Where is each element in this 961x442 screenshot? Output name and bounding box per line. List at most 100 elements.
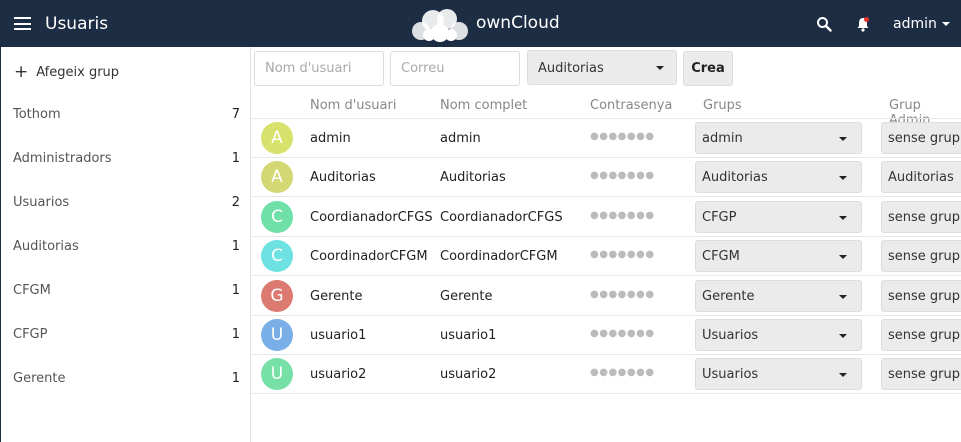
groups-dropdown[interactable]: Auditorias [695, 161, 862, 194]
groups-dropdown-value: Auditorias [702, 170, 768, 186]
user-menu[interactable]: admin [893, 16, 950, 32]
group-count: 1 [231, 283, 240, 298]
password-cell[interactable]: ●●●●●●● [590, 249, 655, 260]
chevron-down-icon [656, 66, 664, 70]
user-name: admin [893, 16, 937, 32]
group-name: Gerente [13, 371, 66, 386]
groups-dropdown-value: CFGM [702, 249, 740, 265]
groups-dropdown[interactable]: Usuarios [695, 358, 862, 391]
username-cell[interactable]: CoordianadorCFGS [310, 210, 433, 225]
admin-group-dropdown[interactable]: sense grup [881, 279, 961, 312]
groups-dropdown-value: Usuarios [702, 367, 759, 383]
chevron-down-icon [839, 255, 847, 260]
admin-group-dropdown[interactable]: Auditorias [881, 161, 961, 194]
password-cell[interactable]: ●●●●●●● [590, 289, 655, 300]
sidebar-item-gerente[interactable]: Gerente 1 [13, 371, 240, 391]
fullname-cell[interactable]: admin [440, 131, 481, 146]
admin-group-value: sense grup [888, 367, 961, 383]
groups-dropdown-value: CFGP [702, 209, 737, 225]
sidebar-item-usuarios[interactable]: Usuarios 2 [13, 195, 240, 215]
admin-group-dropdown[interactable]: sense grup [881, 319, 961, 351]
column-header-fullname[interactable]: Nom complet [440, 98, 527, 113]
create-button[interactable]: Crea [683, 51, 733, 86]
password-cell[interactable]: ●●●●●●● [590, 170, 655, 181]
groups-dropdown-value: admin [702, 131, 743, 146]
username-cell[interactable]: usuario2 [310, 367, 366, 382]
avatar: C [261, 200, 293, 233]
avatar: U [261, 358, 293, 391]
search-icon[interactable] [816, 16, 832, 32]
avatar: U [261, 319, 293, 351]
table-row: A Auditorias Auditorias ●●●●●●● Auditorias Au… [251, 158, 961, 198]
groups-dropdown-value: Usuarios [702, 328, 759, 343]
avatar: G [261, 279, 293, 312]
group-name: Administradors [13, 151, 112, 166]
hamburger-icon[interactable] [14, 17, 31, 30]
group-select[interactable]: Auditorias [527, 50, 677, 85]
column-header-groups: Grups [703, 98, 742, 113]
notification-dot [864, 17, 869, 22]
group-count: 1 [231, 151, 240, 166]
table-row: Uusuario2 usuario2 ●●●●●●● Usuarios sense gr… [251, 355, 961, 395]
admin-group-value: sense grup [888, 328, 961, 343]
group-name: CFGM [13, 283, 51, 298]
admin-group-dropdown[interactable]: sense grup [881, 358, 961, 391]
chevron-down-icon [839, 334, 847, 338]
username-cell[interactable]: admin [310, 131, 351, 146]
admin-group-dropdown[interactable]: sense grup [881, 200, 961, 233]
username-cell[interactable]: Auditorias [310, 170, 376, 185]
username-input[interactable] [254, 51, 384, 86]
groups-dropdown[interactable]: Usuarios [695, 319, 862, 351]
fullname-cell[interactable]: Auditorias [440, 170, 506, 185]
table-row: Aadmin admin ●●●●●●● admin sense grup [251, 119, 961, 158]
add-group-button[interactable]: + Afegeix grup [14, 61, 119, 82]
app-header: Usuaris ownCloud admin [0, 0, 961, 47]
app-title[interactable]: Usuaris [45, 14, 108, 34]
username-cell[interactable]: usuario1 [310, 328, 366, 343]
group-name: Auditorias [13, 239, 79, 254]
group-count: 1 [231, 327, 240, 342]
owncloud-logo[interactable] [409, 7, 471, 43]
fullname-cell[interactable]: usuario2 [440, 367, 496, 382]
fullname-cell[interactable]: Gerente [440, 289, 492, 304]
column-header-username[interactable]: Nom d'usuari [310, 98, 396, 113]
groups-dropdown[interactable]: Gerente [695, 279, 862, 312]
admin-group-dropdown[interactable]: sense grup [881, 122, 961, 154]
username-cell[interactable]: CoordinadorCFGM [310, 249, 428, 264]
brand-name: ownCloud [476, 13, 560, 33]
chevron-down-icon [941, 22, 950, 26]
group-count: 1 [231, 371, 240, 386]
username-cell[interactable]: Gerente [310, 289, 362, 304]
sidebar-item-cfgm[interactable]: CFGM 1 [13, 283, 240, 303]
groups-dropdown[interactable]: CFGP [695, 200, 862, 233]
avatar: C [261, 240, 293, 273]
create-user-toolbar: Auditorias Crea [251, 47, 961, 93]
sidebar-item-cfgp[interactable]: CFGP 1 [13, 327, 240, 347]
table-row: G Gerente Gerente ●●●●●●● Gerente sense grup [251, 277, 961, 316]
password-cell[interactable]: ●●●●●●● [590, 131, 655, 142]
chevron-down-icon [839, 294, 847, 299]
plus-icon: + [14, 62, 29, 82]
email-input[interactable] [390, 51, 520, 86]
chevron-down-icon [839, 373, 847, 378]
fullname-cell[interactable]: usuario1 [440, 328, 496, 343]
chevron-down-icon [839, 176, 847, 181]
sidebar-item-auditorias[interactable]: Auditorias 1 [13, 239, 240, 259]
groups-dropdown[interactable]: CFGM [695, 240, 862, 273]
chevron-down-icon [839, 137, 847, 141]
password-cell[interactable]: ●●●●●●● [590, 210, 655, 221]
admin-group-value: sense grup [888, 288, 961, 304]
password-cell[interactable]: ●●●●●●● [590, 367, 655, 378]
groups-dropdown[interactable]: admin [695, 122, 862, 154]
fullname-cell[interactable]: CoordianadorCFGS [440, 210, 563, 225]
group-name: Tothom [13, 107, 61, 122]
sidebar-item-administradors[interactable]: Administradors 1 [13, 151, 240, 171]
admin-group-value: sense grup [888, 209, 961, 225]
admin-group-value: sense grup [888, 249, 961, 265]
admin-group-dropdown[interactable]: sense grup [881, 240, 961, 273]
table-row: C CoordianadorCFGS CoordianadorCFGS ●●●●●●●… [251, 198, 961, 237]
fullname-cell[interactable]: CoordinadorCFGM [440, 249, 558, 264]
password-cell[interactable]: ●●●●●●● [590, 328, 655, 339]
group-count: 2 [231, 195, 240, 210]
sidebar-item-tothom[interactable]: Tothom 7 [13, 107, 240, 127]
